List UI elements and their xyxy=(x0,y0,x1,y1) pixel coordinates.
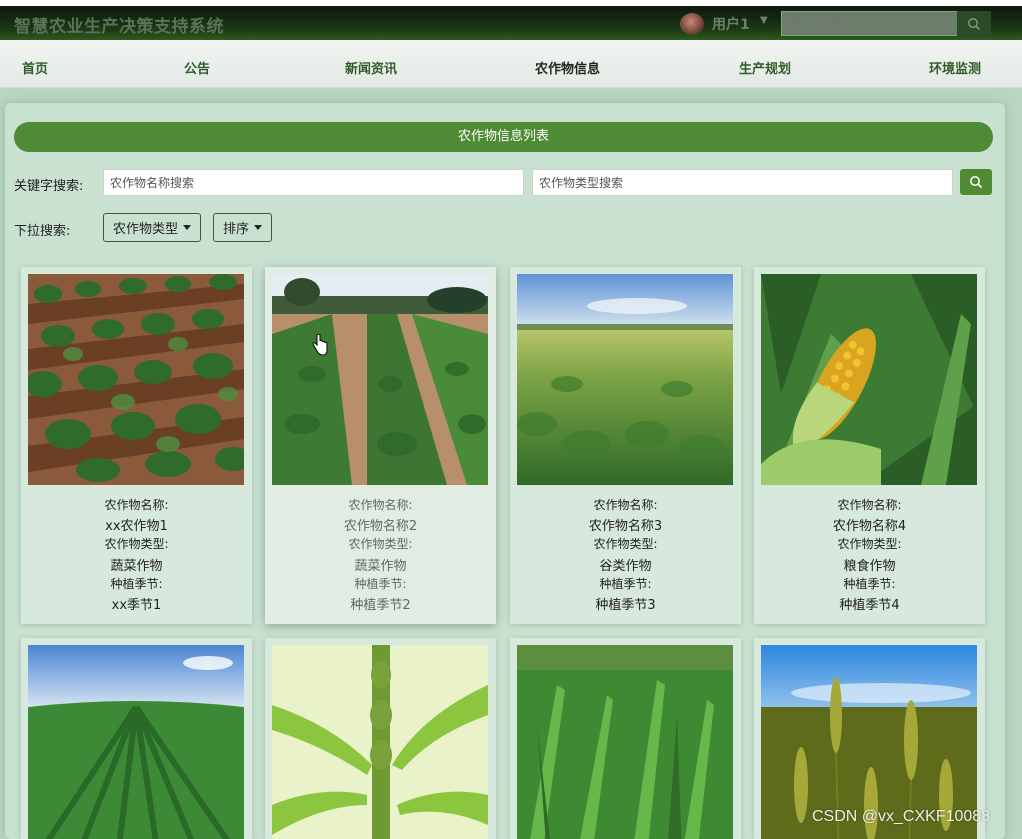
crop-type: 谷类作物 xyxy=(599,559,652,574)
season-label: 种植季节: xyxy=(110,577,163,591)
season-label: 种植季节: xyxy=(354,577,407,591)
main-nav: 首页 公告 新闻资讯 农作物信息 生产规划 环境监测 xyxy=(0,40,1022,88)
crop-type: 粮食作物 xyxy=(843,559,896,574)
user-avatar[interactable] xyxy=(680,13,704,35)
nav-production-plan[interactable]: 生产规划 xyxy=(739,58,791,77)
caret-down-icon xyxy=(254,225,263,230)
sort-dropdown-label: 排序 xyxy=(223,222,250,237)
crop-card[interactable] xyxy=(21,638,252,839)
crop-card[interactable]: 农作物名称: 农作物名称4 农作物类型: 粮食作物 种植季节: 种植季节4 xyxy=(754,267,985,624)
site-title: 智慧农业生产决策支持系统 xyxy=(14,17,224,37)
crop-type-search-input[interactable] xyxy=(532,169,953,196)
list-title: 农作物信息列表 xyxy=(14,122,993,152)
crop-type-label: 农作物类型: xyxy=(837,537,902,551)
corn-cob-photo[interactable] xyxy=(761,274,977,485)
crop-name-search-input[interactable] xyxy=(103,169,524,196)
crop-card[interactable]: 农作物名称: 农作物名称3 农作物类型: 谷类作物 种植季节: 种植季节3 xyxy=(510,267,741,624)
crop-name: 农作物名称3 xyxy=(588,519,663,534)
season-label: 种植季节: xyxy=(843,577,896,591)
crop-type: 蔬菜作物 xyxy=(110,559,163,574)
crop-card[interactable]: 农作物名称: 农作物名称2 农作物类型: 蔬菜作物 种植季节: 种植季节2 xyxy=(265,267,496,624)
search-icon xyxy=(970,176,983,189)
crop-type-label: 农作物类型: xyxy=(348,537,413,551)
season-label: 种植季节: xyxy=(599,577,652,591)
hand-cursor-icon xyxy=(312,333,328,360)
sorghum-plant-photo[interactable] xyxy=(272,645,488,839)
season: 种植季节3 xyxy=(595,598,656,613)
crop-name-label: 农作物名称: xyxy=(593,498,658,512)
crop-type: 蔬菜作物 xyxy=(354,559,407,574)
nav-crop-info[interactable]: 农作物信息 xyxy=(535,58,600,77)
crop-type-label: 农作物类型: xyxy=(104,537,169,551)
green-rows-photo[interactable] xyxy=(28,645,244,839)
soybean-field-photo[interactable] xyxy=(517,274,733,485)
top-search-input[interactable] xyxy=(781,11,959,36)
season: xx季节1 xyxy=(111,598,162,613)
taro-field-photo[interactable] xyxy=(28,274,244,485)
crop-type-dropdown-label: 农作物类型 xyxy=(113,222,179,237)
vegetable-rows-photo[interactable] xyxy=(272,274,488,485)
search-button[interactable] xyxy=(960,169,992,195)
crop-type-label: 农作物类型: xyxy=(593,537,658,551)
crop-type-dropdown[interactable]: 农作物类型 xyxy=(103,213,202,242)
crop-name: 农作物名称2 xyxy=(343,519,418,534)
keyword-search-label: 关键字搜索: xyxy=(14,179,84,194)
crop-name: xx农作物1 xyxy=(105,519,168,534)
crop-card[interactable] xyxy=(265,638,496,839)
top-search-button[interactable] xyxy=(957,11,991,36)
crop-name-label: 农作物名称: xyxy=(348,498,413,512)
nav-announcement[interactable]: 公告 xyxy=(184,58,210,77)
caret-down-icon xyxy=(183,225,192,230)
nav-environment-monitor[interactable]: 环境监测 xyxy=(929,58,981,77)
nav-home[interactable]: 首页 xyxy=(22,58,48,77)
crop-name-label: 农作物名称: xyxy=(104,498,169,512)
nav-news[interactable]: 新闻资讯 xyxy=(345,58,397,77)
crop-name-label: 农作物名称: xyxy=(837,498,902,512)
dropdown-search-label: 下拉搜索: xyxy=(14,224,71,239)
corn-field-photo[interactable] xyxy=(517,645,733,839)
season: 种植季节4 xyxy=(839,598,900,613)
crop-card[interactable] xyxy=(510,638,741,839)
sort-dropdown[interactable]: 排序 xyxy=(213,213,273,242)
user-name[interactable]: 用户1 xyxy=(712,14,750,34)
top-header: 智慧农业生产决策支持系统 用户1 ▼ xyxy=(0,6,1022,40)
crop-name: 农作物名称4 xyxy=(832,519,907,534)
search-icon xyxy=(968,17,981,30)
season: 种植季节2 xyxy=(350,598,411,613)
watermark: CSDN @vx_CXKF10088 xyxy=(812,808,991,825)
crop-card[interactable]: 农作物名称: xx农作物1 农作物类型: 蔬菜作物 种植季节: xx季节1 xyxy=(21,267,252,624)
chevron-down-icon[interactable]: ▼ xyxy=(760,15,768,26)
